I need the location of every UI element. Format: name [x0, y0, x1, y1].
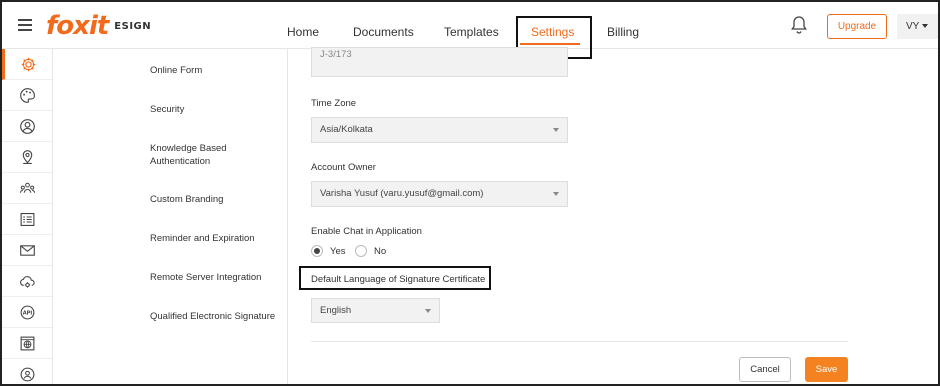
user-menu[interactable]: VY [897, 14, 938, 39]
nav-billing[interactable]: Billing [607, 2, 639, 49]
settings-form: J-3/173 Time Zone Asia/Kolkata Account O… [289, 47, 938, 384]
rail-profile[interactable] [2, 111, 52, 142]
submenu-qualified-electronic-signature[interactable]: Qualified Electronic Signature [150, 310, 280, 323]
rail-location[interactable] [2, 142, 52, 173]
submenu-knowledge-based-authentication[interactable]: Knowledge Based Authentication [150, 142, 280, 168]
form-divider [311, 341, 848, 342]
app-window: foxit ESIGN Home Documents Templates Set… [0, 0, 940, 386]
cloud-gear-icon [19, 275, 35, 288]
chevron-down-icon [553, 192, 559, 196]
user-circle-icon [19, 118, 35, 134]
svg-text:API: API [22, 310, 32, 316]
chevron-down-icon [922, 24, 929, 29]
group-icon [19, 182, 35, 193]
language-select[interactable]: English [311, 298, 440, 323]
globe-window-icon [20, 336, 34, 350]
address-field[interactable]: J-3/173 [311, 47, 568, 77]
submenu-security[interactable]: Security [150, 103, 280, 116]
nav-home[interactable]: Home [287, 2, 319, 49]
address-value: J-3/173 [320, 49, 352, 60]
chat-no-radio[interactable] [355, 245, 367, 257]
bell-icon[interactable] [790, 15, 808, 35]
rail-forms[interactable] [2, 204, 52, 235]
envelope-icon [19, 244, 35, 256]
rail-branding[interactable] [2, 80, 52, 111]
rail-web[interactable] [2, 328, 52, 359]
rail-account[interactable] [2, 359, 52, 384]
timezone-value: Asia/Kolkata [320, 124, 373, 135]
nav-templates[interactable]: Templates [444, 2, 499, 49]
account-owner-label: Account Owner [311, 162, 376, 173]
logo-subtitle: ESIGN [114, 21, 152, 32]
settings-submenu: Online Form Security Knowledge Based Aut… [54, 49, 288, 384]
rail-integrations[interactable] [2, 266, 52, 297]
rail-email[interactable] [2, 235, 52, 266]
enable-chat-label: Enable Chat in Application [311, 226, 422, 237]
upgrade-button[interactable]: Upgrade [827, 14, 887, 39]
save-button[interactable]: Save [805, 357, 848, 382]
logo-wordmark: foxit [46, 11, 109, 41]
location-pin-icon [22, 149, 32, 164]
submenu-remote-server-integration[interactable]: Remote Server Integration [150, 271, 280, 284]
chat-no-label: No [374, 246, 387, 257]
api-icon: API [20, 305, 34, 319]
submenu-custom-branding[interactable]: Custom Branding [150, 193, 280, 206]
default-language-label: Default Language of Signature Certificat… [311, 274, 486, 285]
foxit-esign-logo[interactable]: foxit ESIGN [46, 10, 151, 40]
form-list-icon [20, 212, 34, 226]
cancel-button[interactable]: Cancel [739, 357, 791, 382]
chevron-down-icon [425, 308, 431, 313]
gear-icon [21, 57, 36, 71]
chevron-down-icon [553, 128, 559, 132]
timezone-select[interactable]: Asia/Kolkata [311, 117, 568, 143]
chat-yes-label: Yes [330, 246, 346, 257]
account-owner-value: Varisha Yusuf (varu.yusuf@gmail.com) [320, 188, 484, 199]
chat-yes-radio[interactable] [311, 245, 323, 257]
submenu-reminder-expiration[interactable]: Reminder and Expiration [150, 232, 280, 245]
top-bar: foxit ESIGN Home Documents Templates Set… [2, 2, 938, 59]
user-badge-icon [20, 367, 34, 381]
hamburger-menu-icon[interactable] [18, 19, 32, 31]
rail-api[interactable]: API [2, 297, 52, 328]
palette-icon [19, 87, 35, 103]
language-value: English [320, 305, 352, 316]
nav-documents[interactable]: Documents [353, 2, 414, 49]
account-owner-select[interactable]: Varisha Yusuf (varu.yusuf@gmail.com) [311, 181, 568, 207]
rail-team[interactable] [2, 173, 52, 204]
timezone-label: Time Zone [311, 98, 357, 109]
user-initials: VY [906, 21, 920, 32]
rail-settings[interactable] [2, 49, 52, 80]
submenu-online-form[interactable]: Online Form [150, 64, 280, 77]
icon-sidebar: API [2, 49, 53, 384]
